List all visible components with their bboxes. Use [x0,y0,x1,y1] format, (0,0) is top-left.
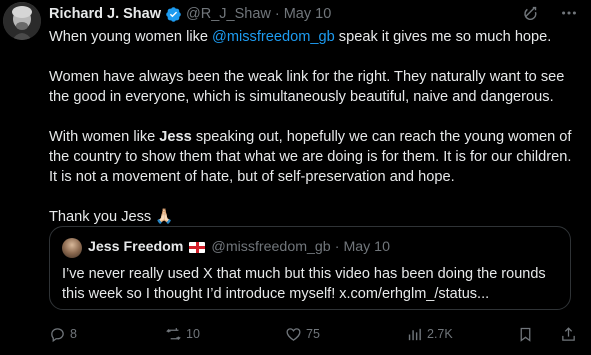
author-avatar[interactable] [3,2,41,40]
quote-author-handle: @missfreedom_gb [211,239,331,255]
text-segment: When young women like [49,29,213,45]
tweet-text: When young women like @missfreedom_gb sp… [49,27,579,227]
quote-author-avatar[interactable] [62,238,82,258]
text-paragraph-2: Women have always been the weak link for… [49,69,565,105]
separator-dot: · [274,6,280,22]
text-segment: Thank you Jess [49,209,156,225]
bookmark-button[interactable] [517,324,534,344]
like-button[interactable]: 75 [285,324,320,344]
quote-text: I’ve never really used X that much but t… [62,266,546,302]
author-name[interactable]: Richard J. Shaw [49,6,161,22]
reply-button[interactable]: 8 [49,324,77,344]
mention-link[interactable]: @missfreedom_gb [212,29,335,45]
separator-dot: · [334,239,340,255]
like-icon [286,327,301,341]
verified-badge-icon [165,6,182,23]
england-flag-icon [189,241,206,253]
share-icon [562,326,575,341]
reply-count: 8 [70,327,77,341]
action-bar: 8 10 75 2.7K [49,324,579,344]
top-actions [521,3,579,23]
text-segment: speak it gives me so much hope. [334,29,552,45]
text-paragraph-3: With women like Jess speaking out, hopef… [49,127,579,187]
quoted-tweet[interactable]: Jess Freedom @missfreedom_gb · May 10 I’… [49,226,571,310]
reply-icon [51,327,64,342]
repost-count: 10 [186,327,200,341]
repost-icon [166,327,181,340]
post-date[interactable]: May 10 [284,6,332,22]
grok-icon[interactable] [521,3,541,23]
quote-header: Jess Freedom @missfreedom_gb · May 10 [88,239,390,255]
tweet-header: Richard J. Shaw @R_J_Shaw · May 10 [49,4,331,24]
views-button[interactable]: 2.7K [406,324,453,344]
bold-name: Jess [159,129,192,145]
quote-author-name: Jess Freedom [88,239,184,255]
like-count: 75 [306,327,320,341]
quote-date: May 10 [343,239,390,255]
author-handle[interactable]: @R_J_Shaw [186,6,271,22]
view-count: 2.7K [427,327,453,341]
more-icon[interactable] [559,3,579,23]
bookmark-icon [520,327,531,342]
praying-hands-emoji: 🙏🏻 [155,209,174,225]
text-paragraph-1: When young women like @missfreedom_gb sp… [49,27,579,47]
tweet[interactable]: Richard J. Shaw @R_J_Shaw · May 10 When … [0,0,591,355]
text-segment: With women like [49,129,160,145]
views-icon [408,328,421,340]
share-button[interactable] [560,324,577,344]
repost-button[interactable]: 10 [165,324,200,344]
text-paragraph-4: Thank you Jess 🙏🏻 [49,207,579,227]
